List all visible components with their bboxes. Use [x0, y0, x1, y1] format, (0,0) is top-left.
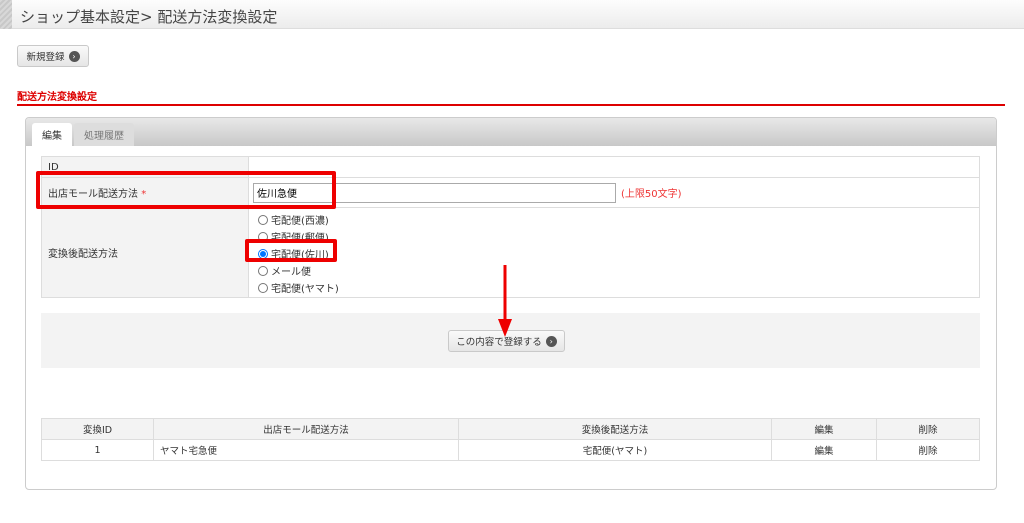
- col-header-converted: 変換後配送方法: [458, 418, 772, 440]
- page-header: ショップ基本設定> 配送方法変換設定: [0, 0, 1024, 29]
- table-row: 1 ヤマト宅急便 宅配便(ヤマト) 編集 削除: [41, 439, 980, 461]
- section-title: 配送方法変換設定: [17, 92, 97, 103]
- arrow-right-icon: ›: [545, 335, 557, 347]
- converted-shipping-label: 変換後配送方法: [41, 207, 249, 298]
- delete-link[interactable]: 削除: [876, 439, 980, 461]
- header-stripe: [0, 0, 12, 29]
- col-header-edit: 編集: [771, 418, 877, 440]
- annotation-box-mall-field: [36, 171, 336, 209]
- col-header-mall: 出店モール配送方法: [153, 418, 459, 440]
- converted-shipping-options: 宅配便(西濃) 宅配便(郵便) 宅配便(佐川) メール便 宅配便(ヤマト): [248, 207, 980, 298]
- new-register-button[interactable]: 新規登録 ›: [17, 45, 89, 67]
- annotation-arrow-icon: [498, 265, 512, 337]
- radio-input[interactable]: [258, 214, 268, 225]
- tab-bar: [26, 118, 996, 146]
- radio-yamato[interactable]: 宅配便(ヤマト): [257, 279, 979, 296]
- radio-sagawa[interactable]: 宅配便(佐川): [257, 245, 979, 262]
- edit-link[interactable]: 編集: [771, 439, 877, 461]
- col-header-delete: 削除: [876, 418, 980, 440]
- table-header-row: 変換ID 出店モール配送方法 変換後配送方法 編集 削除: [41, 418, 980, 440]
- annotation-box-sagawa-radio: [245, 239, 337, 262]
- radio-label: メール便: [271, 267, 311, 278]
- radio-input[interactable]: [258, 282, 268, 293]
- radio-mail[interactable]: メール便: [257, 262, 979, 279]
- radio-input[interactable]: [258, 265, 268, 276]
- char-limit-note: (上限50文字): [621, 189, 682, 200]
- cell-converted: 宅配便(ヤマト): [458, 439, 772, 461]
- cell-mall: ヤマト宅急便: [153, 439, 459, 461]
- tab-history[interactable]: 処理履歴: [74, 123, 134, 146]
- col-header-id: 変換ID: [41, 418, 154, 440]
- radio-label: 宅配便(西濃): [271, 216, 329, 227]
- radio-seino[interactable]: 宅配便(西濃): [257, 211, 979, 228]
- radio-label: 宅配便(ヤマト): [271, 284, 339, 295]
- section-divider: [17, 104, 1005, 106]
- cell-id: 1: [41, 439, 154, 461]
- new-register-label: 新規登録: [26, 52, 65, 63]
- tab-edit[interactable]: 編集: [32, 123, 72, 146]
- id-value: [248, 156, 980, 178]
- mall-shipping-cell: (上限50文字): [248, 177, 980, 208]
- conversion-list-table: 変換ID 出店モール配送方法 変換後配送方法 編集 削除 1 ヤマト宅急便 宅配…: [41, 418, 980, 461]
- radio-yubin[interactable]: 宅配便(郵便): [257, 228, 979, 245]
- arrow-right-icon: ›: [68, 50, 80, 62]
- page-title: ショップ基本設定> 配送方法変換設定: [20, 8, 278, 26]
